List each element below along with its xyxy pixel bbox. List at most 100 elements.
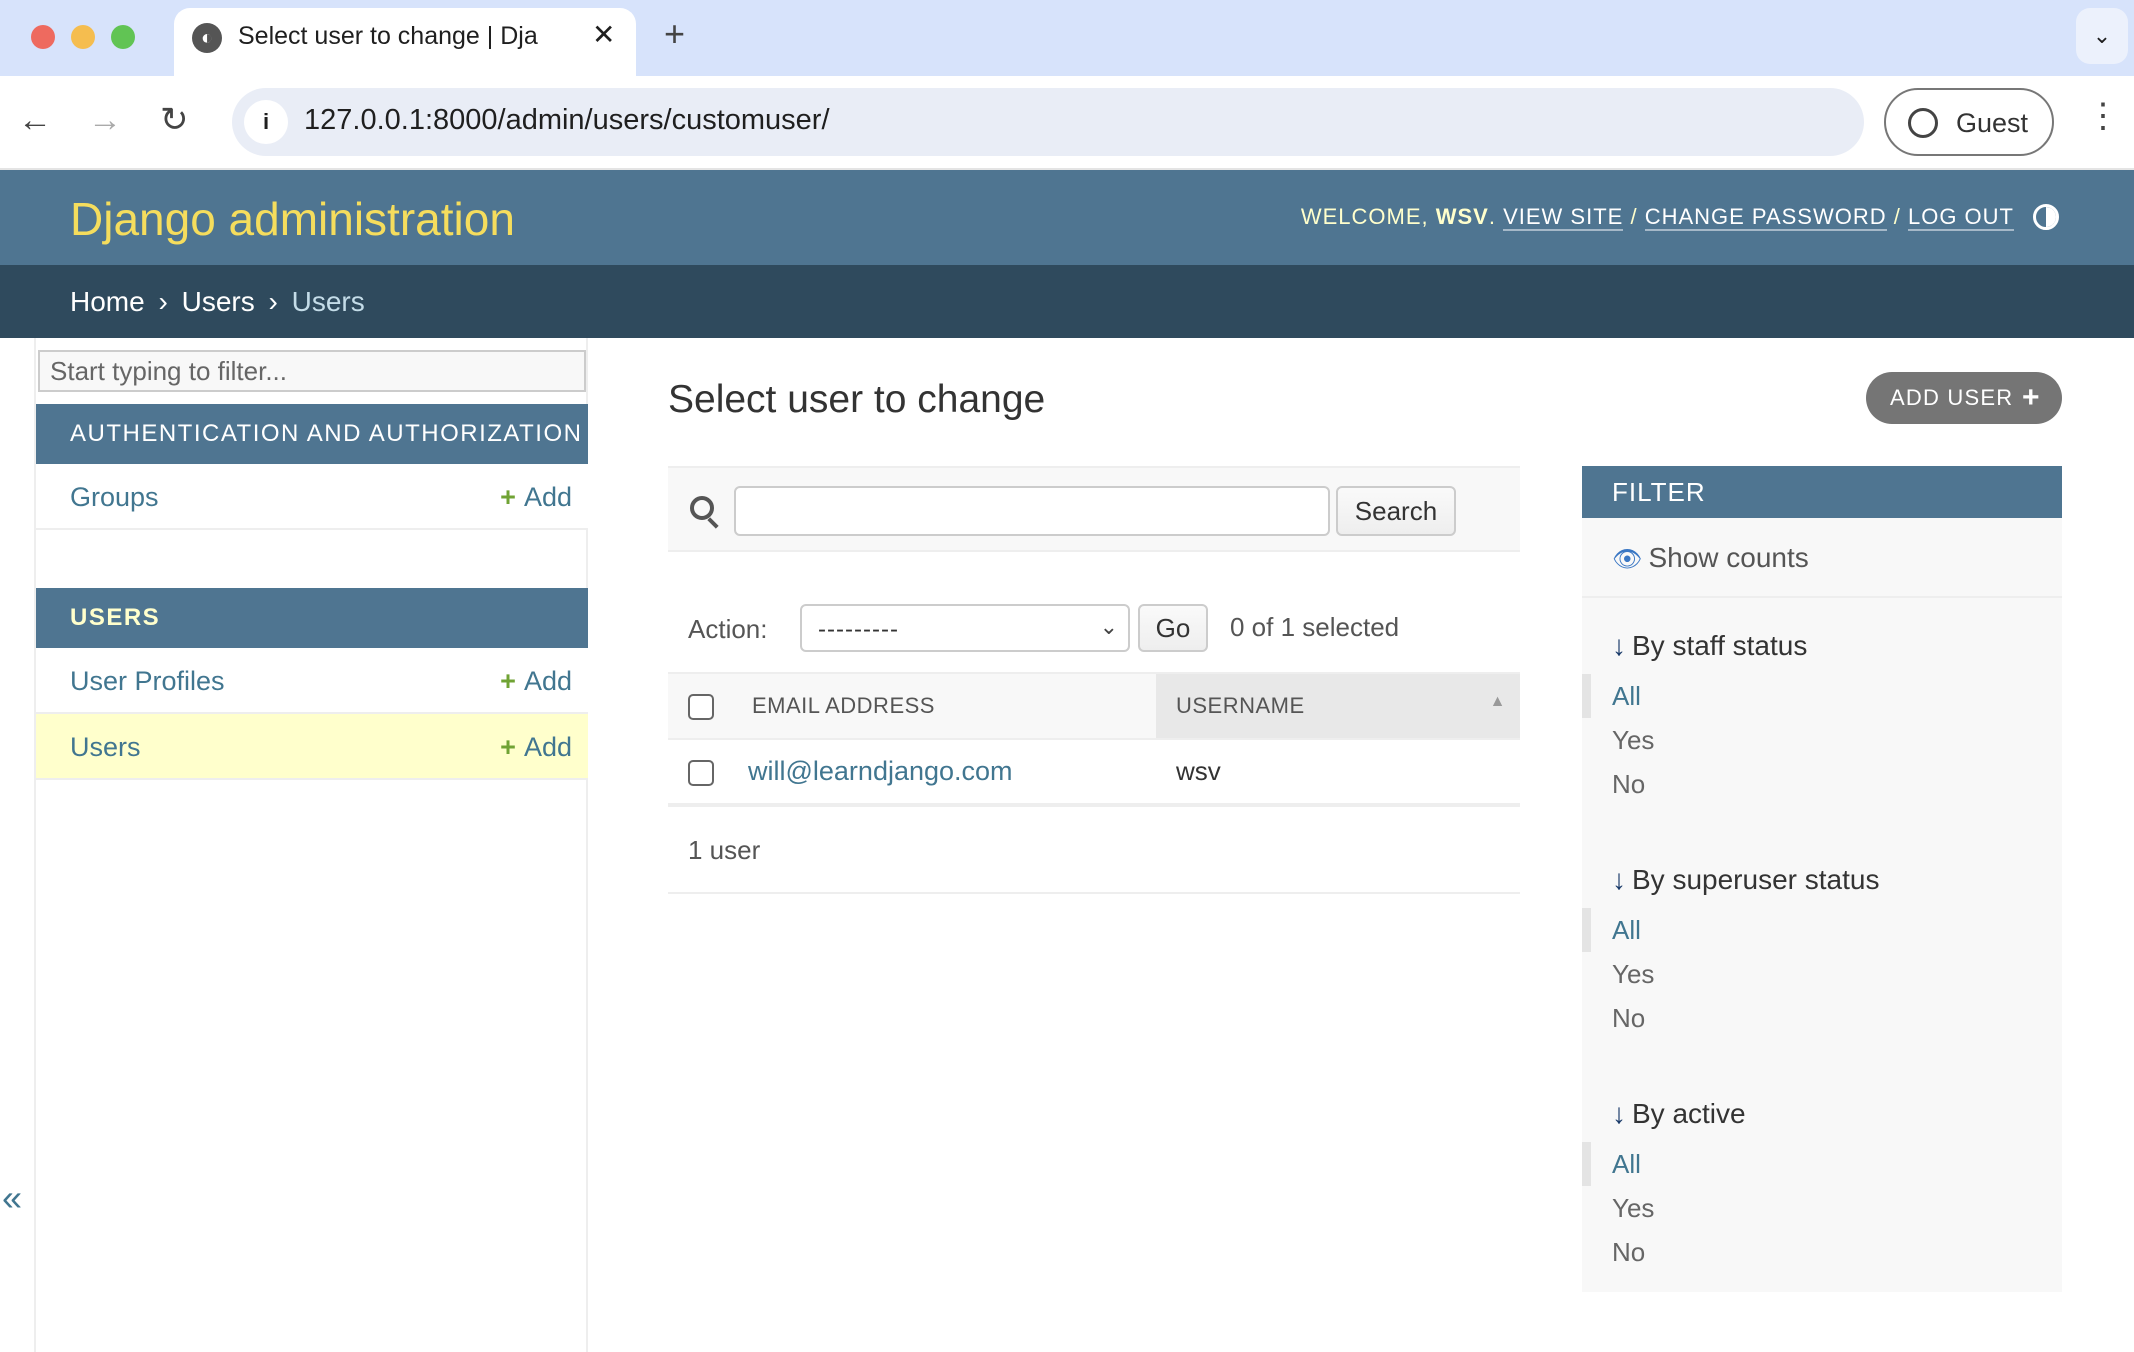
filter-option-no[interactable]: No <box>1612 1230 2062 1274</box>
model-link-users[interactable]: Users <box>70 732 141 763</box>
change-password-link[interactable]: Change password <box>1644 204 1887 231</box>
column-header-username[interactable]: Username ▲ <box>1156 672 1520 740</box>
show-counts-label: Show counts <box>1648 542 1809 573</box>
selection-counter: 0 of 1 selected <box>1230 612 1400 642</box>
filter-option-no[interactable]: No <box>1612 996 2062 1040</box>
show-counts-link[interactable]: 👁 Show counts <box>1582 518 2062 598</box>
column-header-email[interactable]: Email address <box>732 672 1156 740</box>
filter-group-active: ↓ By active All Yes No <box>1582 1086 2062 1274</box>
filter-option-all[interactable]: All <box>1582 1142 2062 1186</box>
filter-option-yes[interactable]: Yes <box>1612 1186 2062 1230</box>
row-checkbox[interactable] <box>688 759 714 786</box>
window-minimize-button[interactable] <box>71 25 95 49</box>
breadcrumb-home[interactable]: Home <box>70 286 145 317</box>
browser-tab-active[interactable]: ◐ Select user to change | Django site ad… <box>174 8 636 76</box>
view-site-link[interactable]: View site <box>1503 204 1624 231</box>
email-link[interactable]: will@learndjango.com <box>748 756 1013 786</box>
sidebar-item-groups: Groups + Add <box>36 464 588 530</box>
model-link-user-profiles[interactable]: User Profiles <box>70 666 225 697</box>
add-label: Add <box>523 482 572 512</box>
search-button[interactable]: Search <box>1336 486 1456 536</box>
forward-arrow-icon[interactable]: → <box>88 100 122 140</box>
filter-heading-staff[interactable]: ↓ By staff status <box>1612 618 2062 674</box>
log-out-link[interactable]: Log out <box>1907 204 2014 231</box>
add-plus-icon: + <box>500 666 516 696</box>
filter-group-staff: ↓ By staff status All Yes No <box>1582 618 2062 806</box>
search-icon <box>690 496 714 520</box>
tab-search-dropdown-icon[interactable]: ⌄ <box>2076 8 2128 64</box>
paginator: 1 user <box>668 806 1520 894</box>
profile-icon <box>1908 108 1938 138</box>
current-username: wsv <box>1435 204 1489 229</box>
column-header-username-label: Username <box>1176 693 1305 718</box>
filter-option-all[interactable]: All <box>1582 674 2062 718</box>
result-list: Email address Username ▲ will@learndjang… <box>668 672 1520 807</box>
changelist-filter: Filter 👁 Show counts ↓ By staff status All… <box>1582 466 2062 1292</box>
add-user-button[interactable]: Add user + <box>1866 372 2062 424</box>
add-users-link[interactable]: + Add <box>500 732 572 763</box>
nav-filter-input[interactable] <box>38 350 586 392</box>
filter-heading-superuser[interactable]: ↓ By superuser status <box>1612 852 2062 908</box>
arrow-down-icon: ↓ <box>1612 1098 1626 1129</box>
filter-option-no[interactable]: No <box>1612 762 2062 806</box>
sidebar-item-users: Users + Add <box>36 714 588 780</box>
filter-heading-label: By superuser status <box>1632 864 1880 895</box>
add-groups-link[interactable]: + Add <box>500 482 572 513</box>
new-tab-button[interactable]: + <box>664 14 685 54</box>
profile-button[interactable]: Guest <box>1884 88 2054 156</box>
url-text[interactable]: 127.0.0.1:8000/admin/users/customuser/ <box>304 104 830 137</box>
browser-toolbar: ← → ↻ i 127.0.0.1:8000/admin/users/custo… <box>0 76 2134 170</box>
app-caption-users[interactable]: Users <box>36 588 588 648</box>
search-input[interactable] <box>734 486 1330 536</box>
email-cell: will@learndjango.com <box>732 739 1156 807</box>
add-user-profiles-link[interactable]: + Add <box>500 666 572 697</box>
tab-title: Select user to change | Django site admi… <box>238 22 538 50</box>
table-header-row: Email address Username ▲ <box>668 672 1520 740</box>
app-module-auth: Authentication and Authorization Groups … <box>36 404 588 530</box>
welcome-text: Welcome, <box>1300 204 1429 229</box>
address-bar[interactable]: i 127.0.0.1:8000/admin/users/customuser/ <box>232 88 1864 156</box>
reload-icon[interactable]: ↻ <box>160 100 189 140</box>
action-label: Action: <box>688 614 768 644</box>
username-cell: wsv <box>1156 739 1520 807</box>
actions-bar: Action: --------- ⌄ Go 0 of 1 selected <box>668 604 1520 660</box>
window-close-button[interactable] <box>31 25 55 49</box>
select-all-checkbox[interactable] <box>688 693 714 720</box>
add-label: Add <box>523 732 572 762</box>
chevron-down-icon: ⌄ <box>1099 614 1118 639</box>
back-arrow-icon[interactable]: ← <box>18 100 52 140</box>
browser-menu-icon[interactable]: ⋮ <box>2086 96 2120 136</box>
theme-toggle-icon[interactable] <box>2033 204 2059 230</box>
breadcrumb-separator: › <box>158 286 168 317</box>
select-all-cell <box>668 672 732 740</box>
admin-header: Django administration Welcome, wsv. View… <box>0 170 2134 265</box>
filter-option-yes[interactable]: Yes <box>1612 952 2062 996</box>
arrow-down-icon: ↓ <box>1612 630 1626 661</box>
filter-option-yes[interactable]: Yes <box>1612 718 2062 762</box>
app-module-users: Users User Profiles + Add Users + Add <box>36 588 588 780</box>
model-link-groups[interactable]: Groups <box>70 482 159 513</box>
filter-heading-active[interactable]: ↓ By active <box>1612 1086 2062 1142</box>
sort-ascending-icon[interactable]: ▲ <box>1490 693 1506 711</box>
filter-heading-label: By active <box>1632 1098 1746 1129</box>
tab-close-icon[interactable]: ✕ <box>592 18 615 51</box>
plus-icon: + <box>2022 381 2041 414</box>
page-title: Select user to change <box>668 378 1046 421</box>
site-info-icon[interactable]: i <box>244 100 288 144</box>
toggle-sidebar-icon[interactable]: « <box>2 1178 22 1218</box>
table-row: will@learndjango.com wsv <box>668 739 1520 807</box>
add-plus-icon: + <box>500 732 516 762</box>
app-caption-auth[interactable]: Authentication and Authorization <box>36 404 588 464</box>
go-button[interactable]: Go <box>1138 604 1208 652</box>
browser-tab-bar: ◐ Select user to change | Django site ad… <box>0 0 2134 76</box>
site-branding[interactable]: Django administration <box>70 192 515 246</box>
filter-heading-label: By staff status <box>1632 630 1808 661</box>
sidebar-item-user-profiles: User Profiles + Add <box>36 648 588 714</box>
window-maximize-button[interactable] <box>111 25 135 49</box>
nav-sidebar: Authentication and Authorization Groups … <box>34 338 588 1352</box>
filter-option-all[interactable]: All <box>1582 908 2062 952</box>
action-select[interactable]: --------- ⌄ <box>800 604 1130 652</box>
breadcrumb-current: Users <box>291 286 365 317</box>
breadcrumb-app[interactable]: Users <box>182 286 255 317</box>
add-plus-icon: + <box>500 482 516 512</box>
